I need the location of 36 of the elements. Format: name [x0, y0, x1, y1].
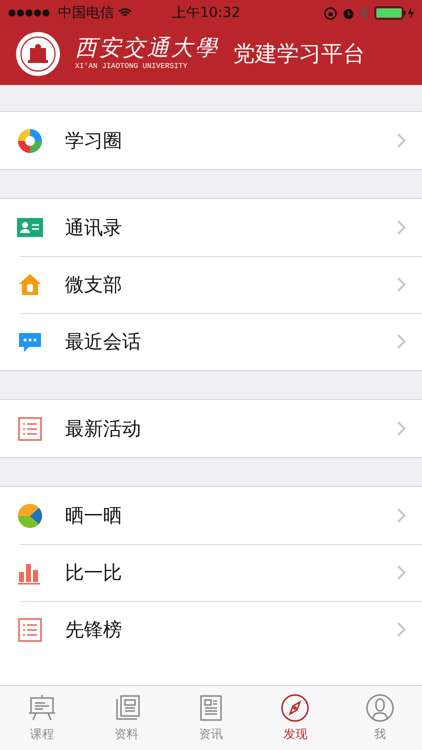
- menu-item[interactable]: 晒一晒: [0, 487, 422, 544]
- university-seal-icon: [15, 31, 61, 77]
- battery-icon: [374, 6, 416, 20]
- alarm-icon: [342, 6, 355, 20]
- rotation-lock-icon: [324, 6, 337, 20]
- menu-item[interactable]: 先锋榜: [0, 601, 422, 658]
- menu-item[interactable]: 学习圈: [0, 112, 422, 169]
- carrier-name: 中国电信: [58, 4, 114, 22]
- board-icon: [27, 693, 58, 723]
- tab[interactable]: 发现: [253, 686, 338, 750]
- menu-item[interactable]: 比一比: [0, 544, 422, 601]
- house-icon: [17, 272, 43, 298]
- menu-item[interactable]: 最新活动: [0, 400, 422, 457]
- list-icon: [17, 416, 43, 442]
- compass-icon: [280, 693, 310, 723]
- menu-item[interactable]: 微支部: [0, 256, 422, 313]
- chevron-icon: [397, 133, 406, 148]
- circle-icon: [17, 128, 43, 154]
- chevron-icon: [397, 565, 406, 580]
- status-time: 上午10:32: [172, 4, 240, 22]
- menu-item[interactable]: 通讯录: [0, 199, 422, 256]
- chevron-icon: [397, 622, 406, 637]
- chevron-icon: [397, 220, 406, 235]
- list-icon: [17, 616, 43, 642]
- chevron-icon: [397, 508, 406, 523]
- bluetooth-icon: [360, 6, 369, 20]
- wifi-icon: [118, 8, 132, 18]
- university-name: 西安交通大學: [75, 36, 219, 62]
- chevron-icon: [397, 277, 406, 292]
- person-icon: [364, 693, 395, 723]
- chevron-icon: [397, 421, 406, 436]
- menu-item[interactable]: 最近会话: [0, 313, 422, 370]
- chevron-icon: [397, 334, 406, 349]
- app-title: 党建学习平台: [233, 41, 365, 69]
- signal-icon: [8, 9, 52, 17]
- pie-icon: [17, 502, 43, 528]
